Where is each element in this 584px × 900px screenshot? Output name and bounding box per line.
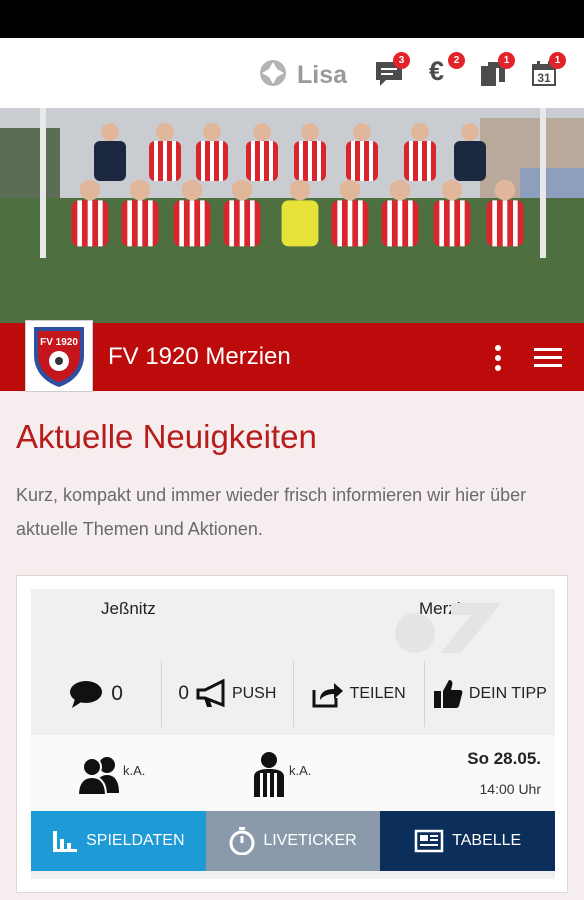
spectators-icon — [77, 757, 119, 795]
watermark-icon — [395, 603, 501, 653]
match-card: Jeßnitz Merzien 0 0 PUSH TEILEN DEIN TIP… — [16, 575, 568, 893]
team-photo — [0, 108, 584, 323]
push-count: 0 — [178, 683, 189, 704]
club-header: FV 1920 FV 1920 Merzien — [0, 320, 584, 392]
newspaper-icon — [414, 829, 444, 853]
share-label: TEILEN — [349, 685, 406, 702]
thumbs-up-icon — [433, 680, 463, 708]
crest-text: FV 1920 — [40, 337, 78, 348]
tab-spieldaten[interactable]: SPIELDATEN — [31, 811, 206, 871]
top-bar: Lisa 3 € 2 1 31 1 — [0, 38, 584, 108]
tab-tabelle-label: TABELLE — [452, 832, 522, 849]
euro-button[interactable]: € 2 — [427, 52, 465, 90]
euro-badge: 2 — [448, 52, 465, 69]
status-bar — [0, 0, 584, 38]
tab-tabelle[interactable]: TABELLE — [380, 811, 556, 871]
megaphone-icon — [196, 679, 225, 708]
documents-button[interactable]: 1 — [477, 52, 515, 90]
referee-value: k.A. — [289, 763, 312, 778]
chat-badge: 3 — [393, 52, 410, 69]
brand-name: Lisa — [297, 61, 348, 89]
match-info: k.A. k.A. So 28.05. 14:00 Uhr — [31, 735, 555, 811]
more-vertical-icon — [495, 345, 501, 371]
match-panel: Jeßnitz Merzien 0 0 PUSH TEILEN DEIN TIP… — [31, 589, 556, 879]
tab-liveticker[interactable]: LIVETICKER — [205, 811, 381, 871]
documents-badge: 1 — [498, 52, 515, 69]
club-crest[interactable]: FV 1920 — [25, 320, 93, 392]
comment-icon — [70, 681, 103, 708]
hamburger-icon — [534, 348, 562, 367]
menu-button[interactable] — [532, 346, 564, 370]
bar-chart-icon — [53, 831, 78, 852]
tip-label: DEIN TIPP — [468, 685, 547, 702]
spectators-value: k.A. — [123, 763, 146, 778]
stopwatch-icon — [229, 827, 255, 855]
brand[interactable]: Lisa — [258, 58, 347, 93]
share-icon — [312, 683, 343, 708]
match-date: So 28.05. — [467, 749, 541, 768]
chat-button[interactable]: 3 — [372, 52, 410, 90]
news-text: Kurz, kompakt und immer wieder frisch in… — [16, 485, 527, 539]
more-options-button[interactable] — [490, 343, 506, 373]
push-button[interactable]: 0 PUSH — [162, 661, 294, 727]
calendar-button[interactable]: 31 1 — [528, 52, 566, 90]
referee-icon — [254, 752, 284, 797]
push-label: PUSH — [231, 685, 277, 702]
news-title: Aktuelle Neuigkeiten — [16, 418, 317, 455]
tab-liveticker-label: LIVETICKER — [263, 832, 357, 849]
comments-count: 0 — [111, 682, 123, 705]
comments-button[interactable]: 0 — [31, 661, 163, 727]
match-time: 14:00 Uhr — [479, 781, 541, 797]
match-actions: 0 0 PUSH TEILEN DEIN TIPP — [31, 661, 555, 727]
brand-logo-icon — [258, 58, 288, 93]
euro-icon: € — [429, 56, 445, 86]
tip-button[interactable]: DEIN TIPP — [425, 661, 555, 727]
calendar-day: 31 — [537, 71, 551, 85]
home-team: Jeßnitz — [101, 599, 156, 618]
tab-spieldaten-label: SPIELDATEN — [86, 832, 185, 849]
club-name: FV 1920 Merzien — [108, 343, 291, 370]
calendar-badge: 1 — [549, 52, 566, 69]
match-tabs: SPIELDATEN LIVETICKER TABELLE — [31, 811, 556, 871]
share-button[interactable]: TEILEN — [294, 661, 425, 727]
